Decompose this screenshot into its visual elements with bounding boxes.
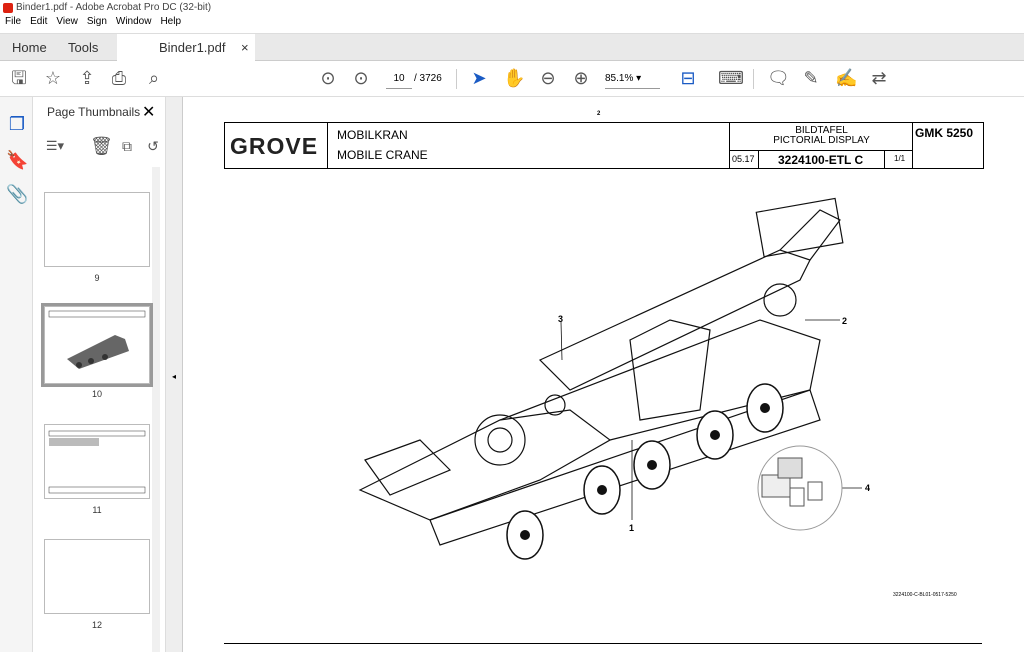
thumbnail-page-12[interactable] [44, 539, 150, 614]
page-total: / 3726 [414, 73, 442, 84]
thumbnails-icon[interactable]: ❐ [6, 113, 28, 135]
thumbnail-page-11[interactable] [44, 424, 150, 499]
left-rail: ❐ 🔖 📎 [0, 97, 33, 652]
collapse-panel-handle[interactable]: ◂ [166, 97, 183, 652]
save-icon[interactable]: 🖫 [8, 67, 30, 89]
toolbar: 🖫 ☆ ⇪ ⎙ ⌕ ⊙ ⊙ 10 / 3726 ➤ ✋ ⊖ ⊕ 85.1% ▾ … [0, 61, 1024, 97]
star-icon[interactable]: ☆ [42, 67, 64, 89]
menu-file[interactable]: File [5, 16, 21, 33]
thumbnail-page-9[interactable] [44, 192, 150, 267]
zoom-in-icon[interactable]: ⊕ [570, 67, 592, 89]
grove-logo: GROVE [230, 133, 319, 159]
thumbnail-label: 9 [94, 273, 100, 283]
menu-sign[interactable]: Sign [87, 16, 107, 33]
crane-illustration: 3 2 1 4 [358, 197, 870, 560]
code-row: 05.17 3224100-ETL C 1/1 [730, 150, 913, 169]
share-icon[interactable]: ⇄ [868, 67, 890, 89]
acrobat-icon [3, 3, 13, 13]
highlight-pen-icon[interactable]: ✎ [800, 67, 822, 89]
rotate-icon[interactable]: ↺ [142, 135, 164, 157]
window-title: Binder1.pdf - Adobe Acrobat Pro DC (32-b… [16, 2, 212, 13]
toolbar-divider [753, 69, 754, 89]
upload-icon[interactable]: ⇪ [76, 67, 98, 89]
callout-4: 4 [865, 483, 870, 493]
tab-tools[interactable]: Tools [68, 34, 98, 62]
toolbar-divider [456, 69, 457, 89]
pictorial-display-label: BILDTAFEL PICTORIAL DISPLAY [730, 126, 913, 146]
search-icon[interactable]: ⌕ [143, 67, 165, 89]
part-code: 3224100-ETL C [778, 153, 864, 167]
thumbnails-panel: Page Thumbnails ✕ ☰▾ 🗑 ⧉ ↺ 9 10 11 12 [34, 97, 166, 652]
tab-bar: Home Tools Binder1.pdf × [0, 33, 1024, 63]
collapse-arrow-icon: ◂ [172, 372, 177, 381]
thumbnails-scrollbar[interactable] [152, 167, 160, 652]
panel-close-icon[interactable]: ✕ [142, 102, 155, 122]
thumbnail-label: 10 [91, 389, 102, 399]
extract-icon[interactable]: ⧉ [116, 135, 138, 157]
page-number-input[interactable]: 10 [386, 69, 412, 89]
thumbnail-page-10[interactable] [41, 303, 153, 387]
tab-close-icon[interactable]: × [241, 34, 249, 62]
menu-window[interactable]: Window [116, 16, 152, 33]
comment-icon[interactable]: 🗨 [767, 67, 790, 89]
document-title-block: GROVE MOBILKRAN MOBILE CRANE BILDTAFEL PI… [224, 122, 984, 169]
model-name: GMK 5250 [915, 126, 974, 140]
menu-help[interactable]: Help [160, 16, 181, 33]
select-cursor-icon[interactable]: ➤ [468, 67, 490, 89]
callout-1: 1 [629, 523, 634, 533]
menu-view[interactable]: View [56, 16, 78, 33]
thumbnail-label: 12 [91, 620, 102, 630]
zoom-select[interactable]: 85.1% ▾ [605, 69, 660, 89]
scroll-mode-icon[interactable]: ⌨ [718, 67, 744, 89]
zoom-value: 85.1% [605, 73, 634, 84]
print-icon[interactable]: ⎙ [108, 67, 130, 89]
bookmark-icon[interactable]: 🔖 [6, 149, 28, 171]
drawing-reference: 3224100-C-BL01-0517-5250 [893, 592, 957, 598]
callout-2: 2 [842, 316, 847, 326]
callout-3: 3 [558, 314, 563, 324]
title-bar: Binder1.pdf - Adobe Acrobat Pro DC (32-b… [0, 0, 1024, 16]
attachment-icon[interactable]: 📎 [6, 183, 28, 205]
date-text: 05.17 [732, 154, 755, 164]
page-bottom-rule [224, 643, 982, 644]
zoom-out-icon[interactable]: ⊖ [537, 67, 559, 89]
title-english: MOBILE CRANE [337, 148, 428, 162]
hand-icon[interactable]: ✋ [503, 67, 525, 89]
tab-document[interactable]: Binder1.pdf × [117, 34, 255, 63]
menu-bar: File Edit View Sign Window Help [0, 16, 1024, 33]
thumbnail-label: 11 [92, 505, 102, 515]
next-page-icon[interactable]: ⊙ [350, 67, 372, 89]
sheet-count: 1/1 [894, 154, 906, 163]
tab-home[interactable]: Home [12, 34, 47, 62]
sign-icon[interactable]: ✍ [835, 67, 857, 89]
title-german: MOBILKRAN [337, 128, 408, 142]
menu-edit[interactable]: Edit [30, 16, 47, 33]
thumbnail-options-icon[interactable]: ☰▾ [44, 135, 66, 157]
delete-icon[interactable]: 🗑 [90, 135, 113, 157]
pictorial-text: PICTORIAL DISPLAY [773, 135, 870, 146]
prev-page-icon[interactable]: ⊙ [317, 67, 339, 89]
fit-page-icon[interactable]: ⊟ [677, 67, 699, 89]
panel-title: Page Thumbnails [47, 105, 141, 119]
page-number-text: 2 [597, 111, 601, 117]
tab-document-label: Binder1.pdf [159, 40, 226, 55]
